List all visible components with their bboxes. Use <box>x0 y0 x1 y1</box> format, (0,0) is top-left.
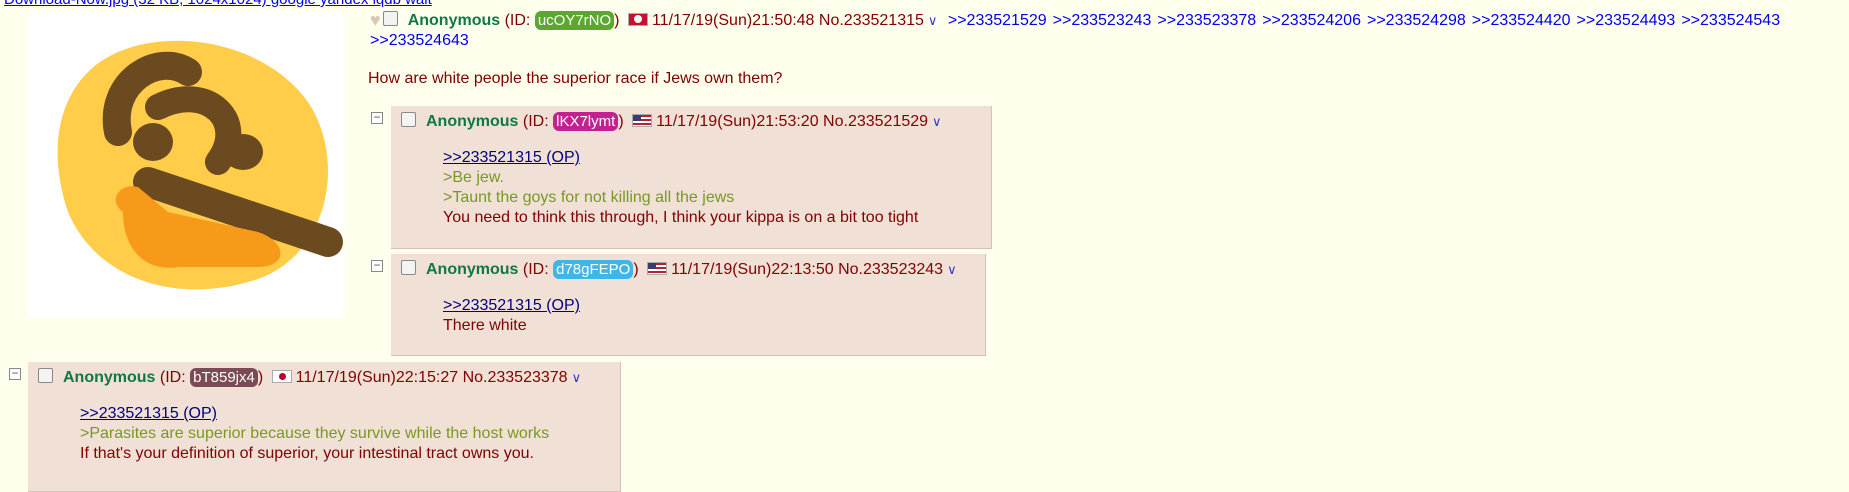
poster-name: Anonymous <box>426 261 519 278</box>
poster-name: Anonymous <box>63 369 156 386</box>
flag-icon <box>627 13 648 26</box>
reply-message: >>233521315 (OP) >Parasites are superior… <box>80 404 549 464</box>
op-message: How are white people the superior race i… <box>368 70 783 87</box>
post-number[interactable]: No.233523243 <box>838 261 943 278</box>
op-backlinks-line2: >>233524643 <box>370 32 469 50</box>
thinking-emoji-image <box>57 40 343 290</box>
reply-text: There white <box>443 317 527 334</box>
flag-icon <box>271 370 292 383</box>
backlink[interactable]: >>233524420 <box>1472 12 1571 29</box>
heart-icon[interactable]: ♥ <box>370 10 381 31</box>
greentext-line: >Be jew. <box>443 169 504 186</box>
post-menu-icon[interactable]: ∨ <box>928 13 938 28</box>
backlink[interactable]: >>233524206 <box>1262 12 1361 29</box>
post-date: 11/17/19(Sun)22:15:27 <box>295 369 459 386</box>
flag-icon <box>632 114 653 127</box>
id-close: ) <box>618 113 624 130</box>
hide-post-button[interactable]: − <box>371 111 383 124</box>
file-info-line[interactable]: Download-Now.jpg (32 KB, 1024x1024) goog… <box>4 0 432 8</box>
id-close: ) <box>614 12 620 29</box>
poster-id-badge[interactable]: ucOY7rNO <box>534 11 615 30</box>
op-quote-link[interactable]: >>233521315 (OP) <box>443 296 580 316</box>
reply-text: If that's your definition of superior, y… <box>80 445 534 462</box>
id-close: ) <box>633 261 639 278</box>
reply-post-233523378: Anonymous (ID: bT859jx4) 11/17/19(Sun)22… <box>28 362 621 492</box>
flag-icon <box>647 262 668 275</box>
hide-post-button[interactable]: − <box>9 367 21 380</box>
post-number[interactable]: No.233523378 <box>463 369 568 386</box>
poster-id-badge[interactable]: lKX7lymt <box>553 112 619 131</box>
reply-header: Anonymous (ID: d78gFEPO) 11/17/19(Sun)22… <box>401 260 957 279</box>
reply-select-checkbox[interactable] <box>401 112 416 127</box>
id-close: ) <box>257 369 264 386</box>
reply-text: You need to think this through, I think … <box>443 209 919 226</box>
reply-select-checkbox[interactable] <box>401 260 416 275</box>
reply-message: >>233521315 (OP) >Be jew. >Taunt the goy… <box>443 148 918 228</box>
post-date: 11/17/19(Sun)21:50:48 <box>651 12 815 29</box>
post-menu-icon[interactable]: ∨ <box>947 262 957 277</box>
backlink[interactable]: >>233523378 <box>1157 12 1256 29</box>
op-quote-link[interactable]: >>233521315 (OP) <box>443 148 918 168</box>
backlink[interactable]: >>233524643 <box>370 32 469 49</box>
poster-id-badge[interactable]: bT859jx4 <box>190 368 258 387</box>
post-menu-icon[interactable]: ∨ <box>572 370 582 385</box>
post-date: 11/17/19(Sun)22:13:50 <box>671 261 834 278</box>
poster-id-label: (ID: <box>522 113 554 130</box>
post-menu-icon[interactable]: ∨ <box>932 114 942 129</box>
post-number[interactable]: No.233521315 <box>819 12 924 29</box>
reply-select-checkbox[interactable] <box>38 368 53 383</box>
op-thumbnail[interactable] <box>28 12 344 318</box>
poster-id-label: (ID: <box>522 261 554 278</box>
poster-id-badge[interactable]: d78gFEPO <box>553 260 634 279</box>
poster-name: Anonymous <box>407 12 501 29</box>
op-select-checkbox[interactable] <box>382 11 398 26</box>
reply-message: >>233521315 (OP) There white <box>443 296 580 336</box>
backlink[interactable]: >>233521529 <box>948 12 1047 29</box>
backlink[interactable]: >>233524493 <box>1577 12 1676 29</box>
greentext-line: >Parasites are superior because they sur… <box>80 425 550 442</box>
hide-post-button[interactable]: − <box>371 259 383 272</box>
poster-name: Anonymous <box>426 113 519 130</box>
greentext-line: >Taunt the goys for not killing all the … <box>443 189 735 206</box>
reply-post-233523243: Anonymous (ID: d78gFEPO) 11/17/19(Sun)22… <box>391 254 986 356</box>
reply-header: Anonymous (ID: lKX7lymt) 11/17/19(Sun)21… <box>401 112 942 131</box>
op-post-header: ♥ Anonymous (ID: ucOY7rNO) 11/17/19(Sun)2… <box>370 10 1780 31</box>
backlink[interactable]: >>233524543 <box>1681 12 1780 29</box>
backlink[interactable]: >>233524298 <box>1367 12 1466 29</box>
post-number[interactable]: No.233521529 <box>823 113 928 130</box>
poster-id-label: (ID: <box>159 369 191 386</box>
poster-id-label: (ID: <box>504 12 535 29</box>
reply-post-233521529: Anonymous (ID: lKX7lymt) 11/17/19(Sun)21… <box>391 106 992 249</box>
backlink[interactable]: >>233523243 <box>1053 12 1152 29</box>
reply-header: Anonymous (ID: bT859jx4) 11/17/19(Sun)22… <box>38 368 581 387</box>
post-date: 11/17/19(Sun)21:53:20 <box>656 113 819 130</box>
op-quote-link[interactable]: >>233521315 (OP) <box>80 404 549 424</box>
